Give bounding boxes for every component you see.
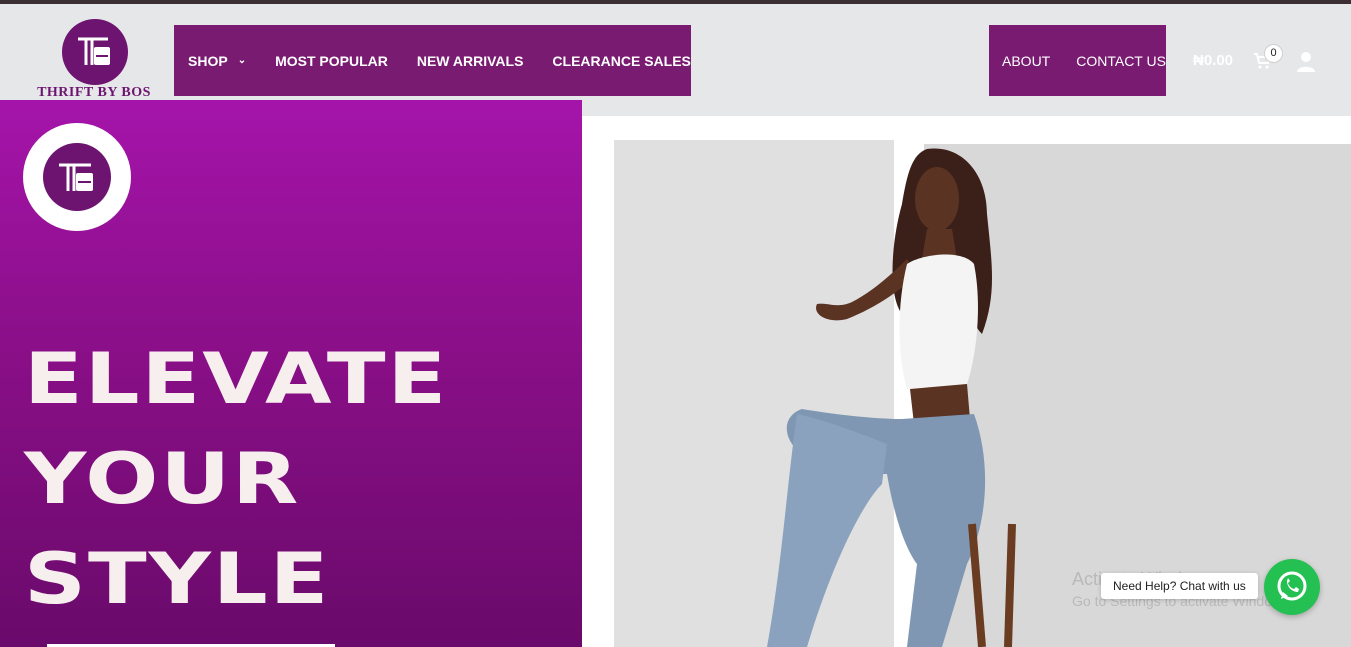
hero-headline-line-3: STYLE — [24, 538, 331, 620]
nav-about[interactable]: ABOUT — [1002, 53, 1050, 69]
nav-clearance-sales[interactable]: CLEARANCE SALES — [552, 53, 690, 69]
cart-total[interactable]: ₦0.00 — [1193, 52, 1233, 69]
logo-wordmark: THRIFT BY BOS — [37, 85, 151, 100]
hero-logo-mark — [43, 143, 111, 211]
hero-model-image — [767, 148, 1016, 647]
site-header: THRIFT BY BOS SHOP ⌄ MOST POPULAR NEW AR… — [0, 4, 1351, 100]
cart-count-badge: 0 — [1264, 44, 1283, 63]
nav-new-arrivals[interactable]: NEW ARRIVALS — [417, 53, 524, 69]
nav-shop-label: SHOP — [188, 52, 228, 69]
nav-shop[interactable]: SHOP ⌄ — [188, 53, 246, 69]
user-icon[interactable] — [1297, 52, 1315, 72]
whatsapp-chat-button[interactable] — [1264, 559, 1320, 615]
hero-banner: ELEVATE YOUR STYLE — [0, 100, 582, 647]
chat-help-label[interactable]: Need Help? Chat with us — [1101, 573, 1258, 599]
hero-headline-line-2: YOUR — [24, 438, 301, 520]
logo-monogram-icon — [78, 37, 110, 65]
nav-most-popular[interactable]: MOST POPULAR — [275, 53, 388, 69]
site-logo[interactable]: THRIFT BY BOS — [34, 19, 154, 101]
whatsapp-icon — [1277, 571, 1307, 601]
hero-headline-line-1: ELEVATE — [24, 338, 449, 420]
primary-nav: SHOP ⌄ MOST POPULAR NEW ARRIVALS CLEARAN… — [174, 25, 691, 96]
chevron-down-icon: ⌄ — [237, 55, 247, 66]
hero-image-area — [582, 100, 1351, 647]
header-extension — [582, 100, 1351, 116]
nav-contact-us[interactable]: CONTACT US — [1076, 53, 1166, 69]
logo-mark — [62, 19, 128, 85]
secondary-nav: ABOUT CONTACT US — [989, 25, 1166, 96]
hero-logo — [23, 123, 131, 231]
logo-monogram-icon — [59, 163, 93, 191]
